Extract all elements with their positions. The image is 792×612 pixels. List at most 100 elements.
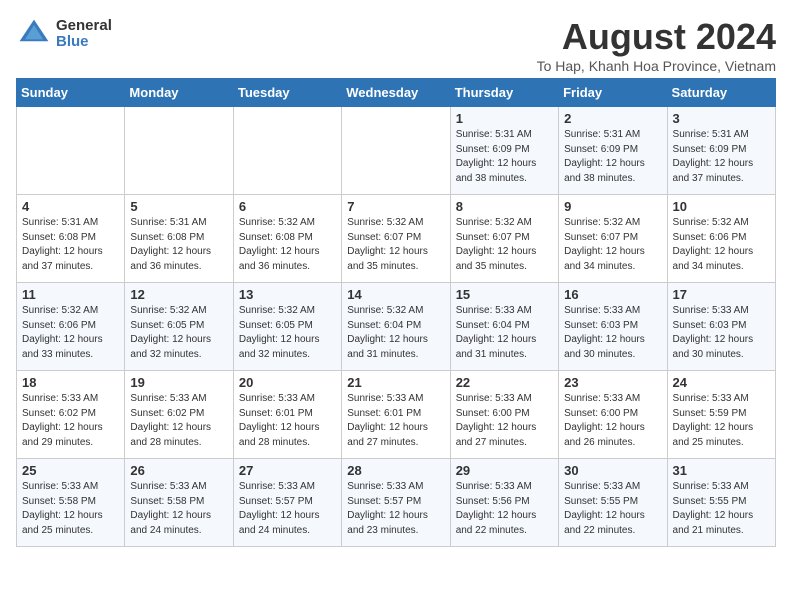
- day-number: 8: [456, 199, 553, 214]
- day-info: Sunrise: 5:33 AM Sunset: 5:58 PM Dayligh…: [22, 480, 119, 538]
- calendar-cell: 31 Sunrise: 5:33 AM Sunset: 5:55 PM Dayli…: [667, 459, 775, 547]
- header-sunday: Sunday: [17, 79, 125, 107]
- calendar-cell: 5Sunrise: 5:31 AM Sunset: 6:08 PM Daylig…: [125, 195, 233, 283]
- calendar-cell: 19Sunrise: 5:33 AM Sunset: 6:02 PM Dayli…: [125, 371, 233, 459]
- day-number: 30: [564, 463, 661, 478]
- calendar-cell: [233, 107, 341, 195]
- logo-icon: [16, 16, 52, 52]
- calendar-cell: 29 Sunrise: 5:33 AM Sunset: 5:56 PM Dayli…: [450, 459, 558, 547]
- header-saturday: Saturday: [667, 79, 775, 107]
- calendar-cell: 14 Sunrise: 5:32 AM Sunset: 6:04 PM Dayli…: [342, 283, 450, 371]
- day-info: Sunrise: 5:33 AM Sunset: 6:01 PM Dayligh…: [239, 392, 336, 450]
- calendar-cell: 22 Sunrise: 5:33 AM Sunset: 6:00 PM Dayli…: [450, 371, 558, 459]
- header-thursday: Thursday: [450, 79, 558, 107]
- day-number: 13: [239, 287, 336, 302]
- calendar-header: Sunday Monday Tuesday Wednesday Thursday…: [17, 79, 776, 107]
- calendar-body: 1 Sunrise: 5:31 AM Sunset: 6:09 PM Daylig…: [17, 107, 776, 547]
- day-number: 10: [673, 199, 770, 214]
- header-monday: Monday: [125, 79, 233, 107]
- logo-general-text: General: [56, 18, 112, 35]
- day-number: 17: [673, 287, 770, 302]
- day-number: 6: [239, 199, 336, 214]
- main-title: August 2024: [537, 16, 776, 58]
- calendar-cell: [125, 107, 233, 195]
- day-number: 22: [456, 375, 553, 390]
- day-number: 3: [673, 111, 770, 126]
- day-number: 20: [239, 375, 336, 390]
- day-info: Sunrise: 5:31 AM Sunset: 6:08 PM Dayligh…: [22, 216, 119, 274]
- calendar-cell: 18 Sunrise: 5:33 AM Sunset: 6:02 PM Dayli…: [17, 371, 125, 459]
- day-number: 29: [456, 463, 553, 478]
- day-info: Sunrise: 5:31 AM Sunset: 6:09 PM Dayligh…: [564, 128, 661, 186]
- calendar-week-row: 4Sunrise: 5:31 AM Sunset: 6:08 PM Daylig…: [17, 195, 776, 283]
- day-number: 1: [456, 111, 553, 126]
- day-info: Sunrise: 5:32 AM Sunset: 6:05 PM Dayligh…: [130, 304, 227, 362]
- calendar-cell: 17 Sunrise: 5:33 AM Sunset: 6:03 PM Dayli…: [667, 283, 775, 371]
- day-info: Sunrise: 5:33 AM Sunset: 5:55 PM Dayligh…: [564, 480, 661, 538]
- day-info: Sunrise: 5:33 AM Sunset: 5:57 PM Dayligh…: [347, 480, 444, 538]
- day-info: Sunrise: 5:33 AM Sunset: 6:03 PM Dayligh…: [673, 304, 770, 362]
- day-info: Sunrise: 5:32 AM Sunset: 6:06 PM Dayligh…: [673, 216, 770, 274]
- day-number: 28: [347, 463, 444, 478]
- day-info: Sunrise: 5:33 AM Sunset: 5:55 PM Dayligh…: [673, 480, 770, 538]
- calendar-cell: [342, 107, 450, 195]
- calendar-week-row: 25 Sunrise: 5:33 AM Sunset: 5:58 PM Dayli…: [17, 459, 776, 547]
- calendar-cell: [17, 107, 125, 195]
- logo-text: General Blue: [56, 18, 112, 51]
- day-number: 15: [456, 287, 553, 302]
- calendar-cell: 13 Sunrise: 5:32 AM Sunset: 6:05 PM Dayli…: [233, 283, 341, 371]
- day-info: Sunrise: 5:33 AM Sunset: 5:57 PM Dayligh…: [239, 480, 336, 538]
- day-number: 21: [347, 375, 444, 390]
- calendar-cell: 8 Sunrise: 5:32 AM Sunset: 6:07 PM Daylig…: [450, 195, 558, 283]
- day-info: Sunrise: 5:32 AM Sunset: 6:07 PM Dayligh…: [564, 216, 661, 274]
- day-info: Sunrise: 5:32 AM Sunset: 6:05 PM Dayligh…: [239, 304, 336, 362]
- calendar-cell: 26Sunrise: 5:33 AM Sunset: 5:58 PM Dayli…: [125, 459, 233, 547]
- day-number: 27: [239, 463, 336, 478]
- calendar-table: Sunday Monday Tuesday Wednesday Thursday…: [16, 78, 776, 547]
- header-friday: Friday: [559, 79, 667, 107]
- day-info: Sunrise: 5:33 AM Sunset: 6:02 PM Dayligh…: [22, 392, 119, 450]
- day-info: Sunrise: 5:31 AM Sunset: 6:08 PM Dayligh…: [130, 216, 227, 274]
- calendar-cell: 21 Sunrise: 5:33 AM Sunset: 6:01 PM Dayli…: [342, 371, 450, 459]
- day-info: Sunrise: 5:32 AM Sunset: 6:04 PM Dayligh…: [347, 304, 444, 362]
- subtitle: To Hap, Khanh Hoa Province, Vietnam: [537, 58, 776, 74]
- calendar-cell: 28 Sunrise: 5:33 AM Sunset: 5:57 PM Dayli…: [342, 459, 450, 547]
- calendar-cell: 16Sunrise: 5:33 AM Sunset: 6:03 PM Dayli…: [559, 283, 667, 371]
- day-number: 12: [130, 287, 227, 302]
- calendar-cell: 4Sunrise: 5:31 AM Sunset: 6:08 PM Daylig…: [17, 195, 125, 283]
- day-number: 14: [347, 287, 444, 302]
- calendar-cell: 20 Sunrise: 5:33 AM Sunset: 6:01 PM Dayli…: [233, 371, 341, 459]
- day-number: 18: [22, 375, 119, 390]
- calendar-cell: 3 Sunrise: 5:31 AM Sunset: 6:09 PM Daylig…: [667, 107, 775, 195]
- logo-blue-text: Blue: [56, 34, 112, 51]
- header-row: Sunday Monday Tuesday Wednesday Thursday…: [17, 79, 776, 107]
- calendar-week-row: 11Sunrise: 5:32 AM Sunset: 6:06 PM Dayli…: [17, 283, 776, 371]
- day-info: Sunrise: 5:33 AM Sunset: 6:02 PM Dayligh…: [130, 392, 227, 450]
- day-info: Sunrise: 5:32 AM Sunset: 6:07 PM Dayligh…: [347, 216, 444, 274]
- page-container: General Blue August 2024 To Hap, Khanh H…: [16, 16, 776, 547]
- day-info: Sunrise: 5:33 AM Sunset: 6:01 PM Dayligh…: [347, 392, 444, 450]
- calendar-cell: 27 Sunrise: 5:33 AM Sunset: 5:57 PM Dayli…: [233, 459, 341, 547]
- day-info: Sunrise: 5:33 AM Sunset: 6:00 PM Dayligh…: [564, 392, 661, 450]
- day-number: 31: [673, 463, 770, 478]
- day-info: Sunrise: 5:33 AM Sunset: 6:04 PM Dayligh…: [456, 304, 553, 362]
- day-number: 2: [564, 111, 661, 126]
- title-area: August 2024 To Hap, Khanh Hoa Province, …: [537, 16, 776, 74]
- day-info: Sunrise: 5:31 AM Sunset: 6:09 PM Dayligh…: [456, 128, 553, 186]
- day-number: 11: [22, 287, 119, 302]
- day-number: 9: [564, 199, 661, 214]
- day-info: Sunrise: 5:31 AM Sunset: 6:09 PM Dayligh…: [673, 128, 770, 186]
- calendar-cell: 23Sunrise: 5:33 AM Sunset: 6:00 PM Dayli…: [559, 371, 667, 459]
- day-info: Sunrise: 5:33 AM Sunset: 6:00 PM Dayligh…: [456, 392, 553, 450]
- calendar-cell: 25 Sunrise: 5:33 AM Sunset: 5:58 PM Dayli…: [17, 459, 125, 547]
- calendar-week-row: 18 Sunrise: 5:33 AM Sunset: 6:02 PM Dayli…: [17, 371, 776, 459]
- day-info: Sunrise: 5:33 AM Sunset: 5:56 PM Dayligh…: [456, 480, 553, 538]
- calendar-cell: 30 Sunrise: 5:33 AM Sunset: 5:55 PM Dayli…: [559, 459, 667, 547]
- calendar-cell: 12 Sunrise: 5:32 AM Sunset: 6:05 PM Dayli…: [125, 283, 233, 371]
- day-number: 25: [22, 463, 119, 478]
- day-info: Sunrise: 5:33 AM Sunset: 6:03 PM Dayligh…: [564, 304, 661, 362]
- day-info: Sunrise: 5:32 AM Sunset: 6:07 PM Dayligh…: [456, 216, 553, 274]
- header: General Blue August 2024 To Hap, Khanh H…: [16, 16, 776, 74]
- header-wednesday: Wednesday: [342, 79, 450, 107]
- header-tuesday: Tuesday: [233, 79, 341, 107]
